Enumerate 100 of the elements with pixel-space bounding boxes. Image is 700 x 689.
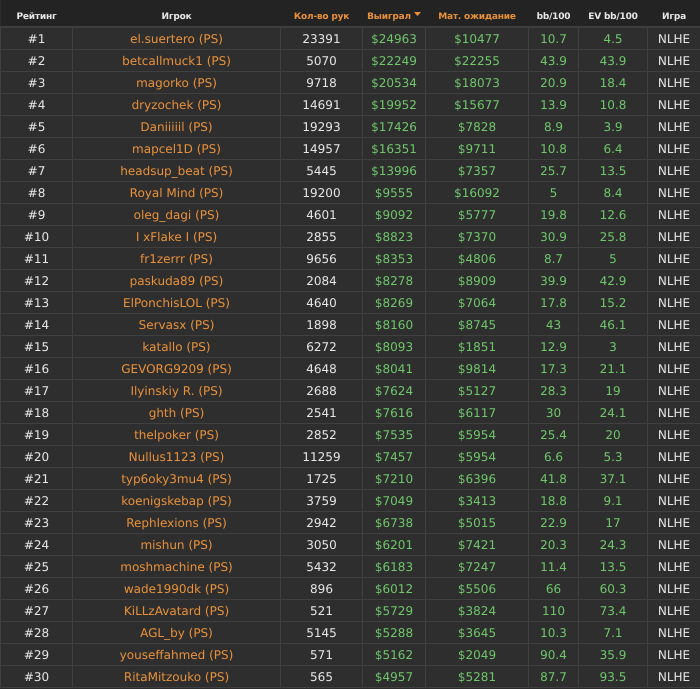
player-link[interactable]: ghth (PS) [72, 402, 280, 424]
player-link[interactable]: wade1990dk (PS) [72, 578, 280, 600]
player-link[interactable]: magorko (PS) [72, 72, 280, 94]
table-cell: NLHE [648, 226, 700, 248]
table-cell: NLHE [648, 578, 700, 600]
player-link[interactable]: Royal Mind (PS) [72, 182, 280, 204]
player-link[interactable]: koenigskebap (PS) [72, 490, 280, 512]
player-link[interactable]: AGL_by (PS) [72, 622, 280, 644]
table-cell: 25.8 [578, 226, 648, 248]
player-link[interactable]: oleg_dagi (PS) [72, 204, 280, 226]
table-cell: #21 [0, 468, 72, 490]
player-link[interactable]: KiLLzAvatard (PS) [72, 600, 280, 622]
player-link[interactable]: betcallmuck1 (PS) [72, 50, 280, 72]
table-cell: 5 [578, 248, 648, 270]
table-cell: #26 [0, 578, 72, 600]
table-cell: #6 [0, 138, 72, 160]
table-cell: NLHE [648, 600, 700, 622]
table-cell: #27 [0, 600, 72, 622]
player-link[interactable]: typ6oky3mu4 (PS) [72, 468, 280, 490]
table-cell: $5162 [362, 644, 426, 666]
table-cell: NLHE [648, 424, 700, 446]
table-cell: $7064 [426, 292, 528, 314]
table-cell: 2852 [280, 424, 362, 446]
table-cell: $5281 [426, 666, 528, 688]
table-cell: #29 [0, 644, 72, 666]
table-cell: $7421 [426, 534, 528, 556]
player-link[interactable]: dryzochek (PS) [72, 94, 280, 116]
table-cell: $8093 [362, 336, 426, 358]
table-cell: 90.4 [528, 644, 578, 666]
table-cell: #24 [0, 534, 72, 556]
table-cell: 10.8 [528, 138, 578, 160]
table-cell: $5729 [362, 600, 426, 622]
table-cell: $7049 [362, 490, 426, 512]
table-cell: $6738 [362, 512, 426, 534]
table-cell: #9 [0, 204, 72, 226]
table-cell: NLHE [648, 116, 700, 138]
table-cell: NLHE [648, 94, 700, 116]
table-cell: 565 [280, 666, 362, 688]
player-link[interactable]: fr1zerrr (PS) [72, 248, 280, 270]
player-link[interactable]: thelpoker (PS) [72, 424, 280, 446]
table-cell: $8909 [426, 270, 528, 292]
table-cell: NLHE [648, 468, 700, 490]
table-cell: #3 [0, 72, 72, 94]
table-cell: #14 [0, 314, 72, 336]
table-cell: NLHE [648, 358, 700, 380]
table-cell: 19.8 [528, 204, 578, 226]
player-link[interactable]: el.suertero (PS) [72, 27, 280, 50]
table-cell: 2541 [280, 402, 362, 424]
player-link[interactable]: paskuda89 (PS) [72, 270, 280, 292]
player-link[interactable]: GEVORG9209 (PS) [72, 358, 280, 380]
table-cell: 8.9 [528, 116, 578, 138]
table-cell: #15 [0, 336, 72, 358]
table-cell: $2049 [426, 644, 528, 666]
table-cell: #23 [0, 512, 72, 534]
player-link[interactable]: Rephlexions (PS) [72, 512, 280, 534]
player-link[interactable]: youseffahmed (PS) [72, 644, 280, 666]
table-cell: 1725 [280, 468, 362, 490]
table-cell: #28 [0, 622, 72, 644]
player-link[interactable]: headsup_beat (PS) [72, 160, 280, 182]
table-cell: 13.5 [578, 160, 648, 182]
table-cell: 3050 [280, 534, 362, 556]
column-header: Игрок [162, 12, 192, 22]
table-cell: $16092 [426, 182, 528, 204]
player-link[interactable]: mishun (PS) [72, 534, 280, 556]
table-cell: $19952 [362, 94, 426, 116]
table-cell: #4 [0, 94, 72, 116]
table-cell: #7 [0, 160, 72, 182]
table-cell: $5127 [426, 380, 528, 402]
table-cell: 46.1 [578, 314, 648, 336]
table-cell: 12.6 [578, 204, 648, 226]
player-link[interactable]: mapcel1D (PS) [72, 138, 280, 160]
player-link[interactable]: Daniiiiil (PS) [72, 116, 280, 138]
player-link[interactable]: Nullus1123 (PS) [72, 446, 280, 468]
table-cell: $9711 [426, 138, 528, 160]
table-cell: 2855 [280, 226, 362, 248]
player-link[interactable]: ElPonchisLOL (PS) [72, 292, 280, 314]
table-cell: 2688 [280, 380, 362, 402]
player-link[interactable]: Servasx (PS) [72, 314, 280, 336]
table-cell: 9656 [280, 248, 362, 270]
table-cell: 3759 [280, 490, 362, 512]
table-cell: NLHE [648, 292, 700, 314]
table-cell: 43.9 [528, 50, 578, 72]
table-cell: $3413 [426, 490, 528, 512]
table-cell: $5777 [426, 204, 528, 226]
table-cell: 11259 [280, 446, 362, 468]
table-cell: NLHE [648, 380, 700, 402]
table-cell: 10.8 [578, 94, 648, 116]
table-cell: 30 [528, 402, 578, 424]
player-link[interactable]: I xFlake I (PS) [72, 226, 280, 248]
table-cell: NLHE [648, 248, 700, 270]
table-cell: #20 [0, 446, 72, 468]
player-link[interactable]: katallo (PS) [72, 336, 280, 358]
player-link[interactable]: RitaMitzouko (PS) [72, 666, 280, 688]
player-link[interactable]: moshmachine (PS) [72, 556, 280, 578]
table-cell: $7357 [426, 160, 528, 182]
player-link[interactable]: Ilyinskiy R. (PS) [72, 380, 280, 402]
table-cell: $20534 [362, 72, 426, 94]
column-header: Рейтинг [16, 12, 57, 22]
table-cell: $4957 [362, 666, 426, 688]
table-cell: #11 [0, 248, 72, 270]
